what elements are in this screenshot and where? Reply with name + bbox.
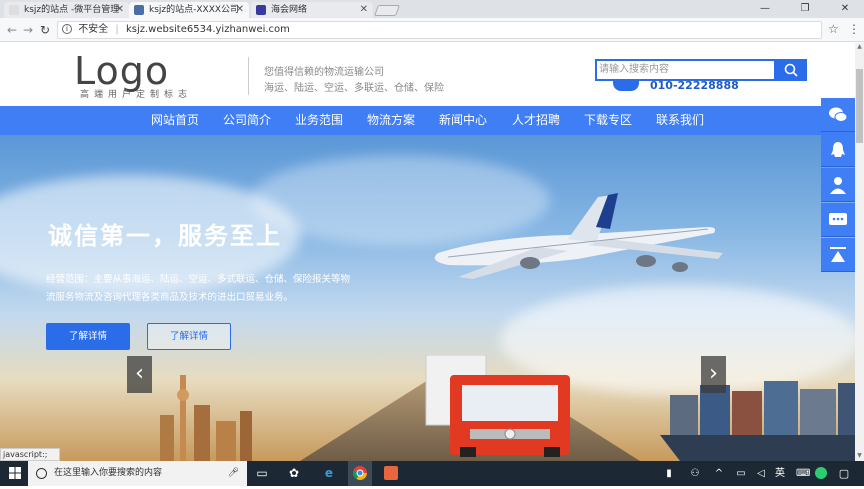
back-to-top-icon [830,247,846,262]
tab-title: ksjz的站点-XXXX公司 [149,5,240,15]
logo[interactable]: Logo [74,51,169,91]
scroll-down-icon[interactable]: ▼ [855,452,864,461]
nav-jobs[interactable]: 人才招聘 [512,106,560,135]
back-icon[interactable]: ← [4,22,20,38]
nav-solutions[interactable]: 物流方案 [367,106,415,135]
tray-chevron-icon[interactable]: ^ [712,461,726,486]
presentation-app-icon[interactable] [380,461,402,486]
close-icon[interactable]: ✕ [116,2,124,18]
taskbar-search-input[interactable]: 在这里输入你要搜索的内容 🎤︎ [28,461,247,486]
main-nav: 网站首页 公司简介 业务范围 物流方案 新闻中心 人才招聘 下载专区 联系我们 [0,106,855,135]
user-button[interactable] [821,168,855,202]
page-scrollbar[interactable]: ▲ ▼ [855,43,864,461]
truck-image [425,355,570,457]
browser-tab-strip: ksjz的站点 -微平台管理 ✕ ksjz的站点-XXXX公司 ✕ 海会网络 ✕… [0,0,864,18]
search-input[interactable]: 请输入搜索内容 [595,59,776,81]
city-skyline-image [160,375,252,461]
network-icon[interactable]: ▭ [734,461,748,486]
hero-banner: 诚信第一，服务至上 经营范围：主要从事海运、陆运、空运、多式联运、仓储、保险报关… [0,135,855,461]
phone-number: 010-22228888 [650,79,739,92]
divider [248,57,249,95]
task-view-icon[interactable]: ▭ [252,461,272,486]
site-favicon-icon [9,5,19,15]
ime-icon[interactable]: 英 [772,461,788,486]
windows-start-icon[interactable] [4,461,26,486]
microphone-icon[interactable]: 🎤︎ [228,461,239,486]
nav-news[interactable]: 新闻中心 [439,106,487,135]
wechat-icon [829,107,848,122]
chat-button[interactable] [821,203,855,237]
phone-icon [613,79,639,91]
hero-headline: 诚信第一，服务至上 [48,222,282,250]
chrome-icon[interactable] [348,461,372,486]
url-bar[interactable]: i 不安全 | ksjz.website6534.yizhanwei.com [57,21,822,39]
learn-more-button[interactable]: 了解详情 [46,323,130,350]
chat-icon [829,213,847,225]
battery-icon[interactable]: ▮ [662,461,676,486]
forward-icon[interactable]: → [20,22,36,38]
taskbar-search-placeholder: 在这里输入你要搜索的内容 [54,468,163,478]
tab-title: ksjz的站点 -微平台管理 [24,5,120,15]
hero-description: 经营范围：主要从事海运、陆运、空运、多式联运、仓储、保险报关等物流服务物流及咨询… [46,274,351,303]
container-ship-image [660,381,855,461]
back-to-top-button[interactable] [821,238,855,272]
nav-home[interactable]: 网站首页 [151,106,199,135]
tab-title: 海会网络 [271,5,308,15]
search-button[interactable] [776,59,807,81]
notification-icon[interactable]: ▢ [836,461,852,486]
tab-1[interactable]: ksjz的站点 -微平台管理 ✕ [4,2,129,18]
prev-slide-arrow[interactable]: ‹ [127,356,152,393]
user-icon [830,177,846,194]
volume-icon[interactable]: ◁ [754,461,768,486]
close-icon[interactable]: ✕ [236,2,244,18]
cortana-icon [36,468,47,479]
minimize-icon[interactable]: — [750,0,780,18]
people-icon[interactable]: ⚇ [688,461,702,486]
wechat-button[interactable] [821,98,855,132]
app-icon[interactable]: ✿ [284,461,304,486]
keyboard-icon[interactable]: ⌨ [796,461,810,486]
tab-3[interactable]: 海会网络 ✕ [251,2,373,18]
close-window-icon[interactable]: ✕ [830,0,860,18]
tray-app-icon[interactable] [814,461,828,486]
reload-icon[interactable]: ↻ [37,22,53,38]
nav-business[interactable]: 业务范围 [295,106,343,135]
search-icon [784,63,798,77]
info-icon[interactable]: i [62,24,72,34]
status-url: javascript:; [0,448,60,461]
edge-icon[interactable]: e [318,461,340,486]
address-toolbar: ← → ↻ i 不安全 | ksjz.website6534.yizhanwei… [0,18,864,42]
bookmark-star-icon[interactable]: ☆ [828,22,839,36]
next-slide-arrow[interactable]: › [701,356,726,393]
tab-2[interactable]: ksjz的站点-XXXX公司 ✕ [129,2,249,18]
airplane-image [434,193,723,279]
learn-more-outline-button[interactable]: 了解详情 [147,323,231,350]
website-viewport: Logo 高端用户定制标志 您值得信赖的物流运输公司 海运、陆运、空运、多联运、… [0,43,855,461]
qq-button[interactable] [821,133,855,167]
site-favicon-icon [134,5,144,15]
taskbar: 在这里输入你要搜索的内容 🎤︎ ▭ ✿ e ▮ ⚇ ^ ▭ ◁ 英 ⌨ ▢ [0,461,864,486]
security-label: 不安全 [78,24,109,35]
services-line: 海运、陆运、空运、多联运、仓储、保险 [264,83,444,94]
nav-contact[interactable]: 联系我们 [656,106,704,135]
h-logo-icon [256,5,266,15]
logo-subtitle: 高端用户定制标志 [80,90,193,100]
new-tab-button[interactable] [373,5,401,16]
nav-about[interactable]: 公司简介 [223,106,271,135]
restore-icon[interactable]: ❐ [790,0,820,18]
scroll-up-icon[interactable]: ▲ [855,43,864,52]
close-icon[interactable]: ✕ [360,2,368,18]
scrollbar-thumb[interactable] [856,69,863,143]
url-text: ksjz.website6534.yizhanwei.com [125,24,290,35]
menu-icon[interactable]: ⋮ [848,22,860,36]
slogan: 您值得信赖的物流运输公司 [264,67,384,78]
nav-downloads[interactable]: 下载专区 [584,106,632,135]
qq-icon [831,142,845,157]
